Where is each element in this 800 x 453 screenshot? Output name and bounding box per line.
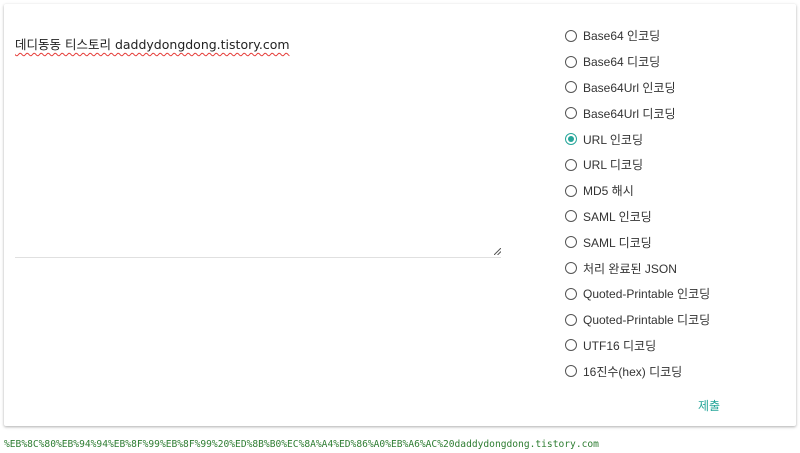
converter-card: 데디동동 티스토리 daddydongdong.tistory.com Base… [4,4,796,426]
option-label: Quoted-Printable 디코딩 [583,313,711,328]
result-output: %EB%8C%80%EB%94%94%EB%8F%99%EB%8F%99%20%… [4,439,599,450]
radio-icon[interactable] [565,55,577,68]
submit-button[interactable]: 제출 [689,393,729,417]
option-label: SAML 디코딩 [583,235,652,250]
option-label: SAML 인코딩 [583,209,652,224]
option-label: MD5 해시 [583,184,634,199]
option-base64-encode[interactable]: Base64 인코딩 [565,23,785,49]
radio-icon[interactable] [565,210,577,223]
option-label: Quoted-Printable 인코딩 [583,287,711,302]
option-md5-hash[interactable]: MD5 해시 [565,178,785,204]
radio-icon[interactable] [565,158,577,171]
option-label: Base64Url 디코딩 [583,106,676,121]
option-label: URL 인코딩 [583,132,644,147]
conversion-options: Base64 인코딩 Base64 디코딩 Base64Url 인코딩 Base… [565,23,785,384]
radio-icon[interactable] [565,107,577,120]
option-saml-encode[interactable]: SAML 인코딩 [565,204,785,230]
option-url-decode[interactable]: URL 디코딩 [565,152,785,178]
radio-icon[interactable] [565,313,577,326]
option-label: Base64 인코딩 [583,29,661,44]
option-url-encode[interactable]: URL 인코딩 [565,126,785,152]
radio-icon[interactable] [565,184,577,197]
option-base64-decode[interactable]: Base64 디코딩 [565,49,785,75]
option-label: 처리 완료된 JSON [583,261,677,276]
radio-icon[interactable] [565,287,577,300]
option-label: UTF16 디코딩 [583,338,657,353]
option-label: 16진수(hex) 디코딩 [583,364,683,379]
option-processed-json[interactable]: 처리 완료된 JSON [565,255,785,281]
input-textarea[interactable]: 데디동동 티스토리 daddydongdong.tistory.com [15,28,501,265]
input-area: 데디동동 티스토리 daddydongdong.tistory.com [15,28,501,265]
option-label: Base64 디코딩 [583,55,661,70]
option-utf16-decode[interactable]: UTF16 디코딩 [565,333,785,359]
option-hex-decode[interactable]: 16진수(hex) 디코딩 [565,358,785,384]
radio-icon[interactable] [565,81,577,94]
resize-handle-icon[interactable] [494,248,501,255]
radio-icon[interactable] [565,236,577,249]
option-saml-decode[interactable]: SAML 디코딩 [565,229,785,255]
option-quoted-printable-encode[interactable]: Quoted-Printable 인코딩 [565,281,785,307]
option-quoted-printable-decode[interactable]: Quoted-Printable 디코딩 [565,307,785,333]
radio-checked-icon[interactable] [565,133,577,146]
radio-icon[interactable] [565,365,577,378]
radio-icon[interactable] [565,339,577,352]
option-label: URL 디코딩 [583,158,644,173]
option-label: Base64Url 인코딩 [583,80,676,95]
radio-icon[interactable] [565,29,577,42]
radio-dot [568,136,574,143]
radio-icon[interactable] [565,262,577,275]
option-base64url-decode[interactable]: Base64Url 디코딩 [565,100,785,126]
option-base64url-encode[interactable]: Base64Url 인코딩 [565,75,785,101]
